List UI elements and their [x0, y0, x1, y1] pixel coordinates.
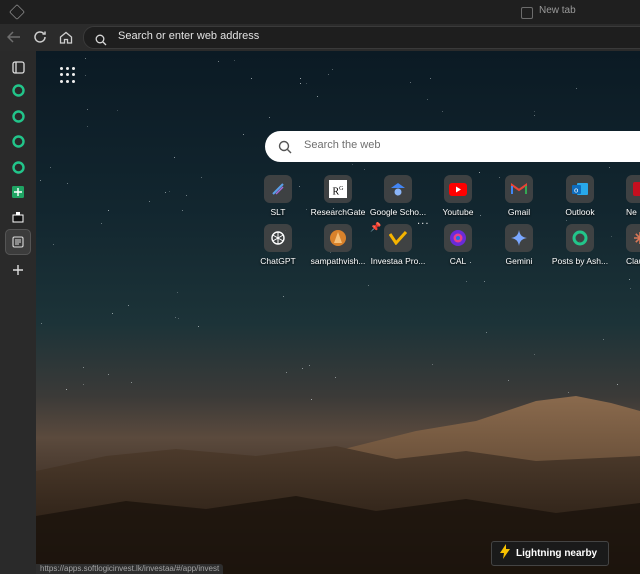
quick-link-youtube[interactable]: Youtube — [427, 175, 489, 217]
slt-icon — [264, 175, 292, 203]
back-button[interactable] — [5, 28, 23, 46]
notion-icon[interactable] — [8, 207, 28, 227]
chatgpt-icon — [264, 224, 292, 252]
quick-link-gmail[interactable]: Gmail — [488, 175, 550, 217]
toolbar: Search or enter web address — [0, 24, 640, 51]
news-icon — [626, 175, 640, 203]
home-button[interactable] — [57, 28, 75, 46]
web-search-placeholder: Search the web — [304, 139, 381, 151]
quick-link-claude[interactable]: Claud — [610, 224, 640, 266]
copilot-sidebar-icon[interactable] — [8, 157, 28, 177]
add-icon[interactable] — [8, 260, 28, 280]
google-scholar-icon — [384, 175, 412, 203]
search-icon — [95, 31, 107, 50]
gemini-icon — [505, 224, 533, 252]
investaa-icon — [384, 224, 412, 252]
search-icon — [278, 139, 292, 158]
apps-launcher-icon[interactable] — [60, 67, 76, 83]
quick-link-cal[interactable]: CAL — [427, 224, 489, 266]
copilot-sidebar-icon[interactable] — [8, 106, 28, 126]
copilot-sidebar-icon[interactable] — [8, 131, 28, 151]
svg-text:o: o — [574, 187, 578, 195]
lightning-nearby-button[interactable]: Lightning nearby — [491, 541, 609, 566]
lightning-icon — [500, 544, 510, 563]
quick-link-sampath[interactable]: sampathvish... — [307, 224, 369, 266]
quick-link-chatgpt[interactable]: ChatGPT — [247, 224, 309, 266]
title-bar: New tab — [0, 0, 640, 24]
background-landscape — [36, 396, 640, 574]
copilot-sidebar-icon[interactable] — [8, 80, 28, 100]
sheets-icon[interactable] — [8, 182, 28, 202]
copilot-icon — [566, 224, 594, 252]
tab-actions-icon[interactable] — [8, 57, 28, 77]
new-tab-page: Search the web SLT RG ResearchGate Googl… — [36, 51, 640, 574]
quick-link-posts[interactable]: Posts by Ash... — [549, 224, 611, 266]
sampath-icon — [324, 224, 352, 252]
tab-title[interactable]: New tab — [539, 5, 576, 16]
quick-link-gemini[interactable]: Gemini — [488, 224, 550, 266]
address-bar[interactable]: Search or enter web address — [83, 26, 640, 49]
youtube-icon — [444, 175, 472, 203]
quick-link-outlook[interactable]: o Outlook — [549, 175, 611, 217]
tab-favicon-icon — [521, 7, 533, 19]
researchgate-icon: RG — [324, 175, 352, 203]
sidebar — [0, 51, 36, 574]
gmail-icon — [505, 175, 533, 203]
web-capture-icon[interactable] — [5, 229, 31, 255]
status-bar-url: https://apps.softlogicinvest.lk/investaa… — [36, 564, 224, 574]
app-icon — [9, 4, 25, 20]
quick-link-researchgate[interactable]: RG ResearchGate — [307, 175, 369, 217]
cal-icon — [444, 224, 472, 252]
quick-link-news[interactable]: Ne — [610, 175, 640, 217]
reload-button[interactable] — [31, 28, 49, 46]
claude-icon — [626, 224, 640, 252]
outlook-icon: o — [566, 175, 594, 203]
quick-link-google-scholar[interactable]: Google Scho... — [367, 175, 429, 217]
web-search-box[interactable]: Search the web — [265, 131, 640, 162]
quick-link-slt[interactable]: SLT — [247, 175, 309, 217]
address-placeholder: Search or enter web address — [118, 30, 260, 42]
quick-link-investaa[interactable]: Investaa Pro... — [367, 224, 429, 266]
